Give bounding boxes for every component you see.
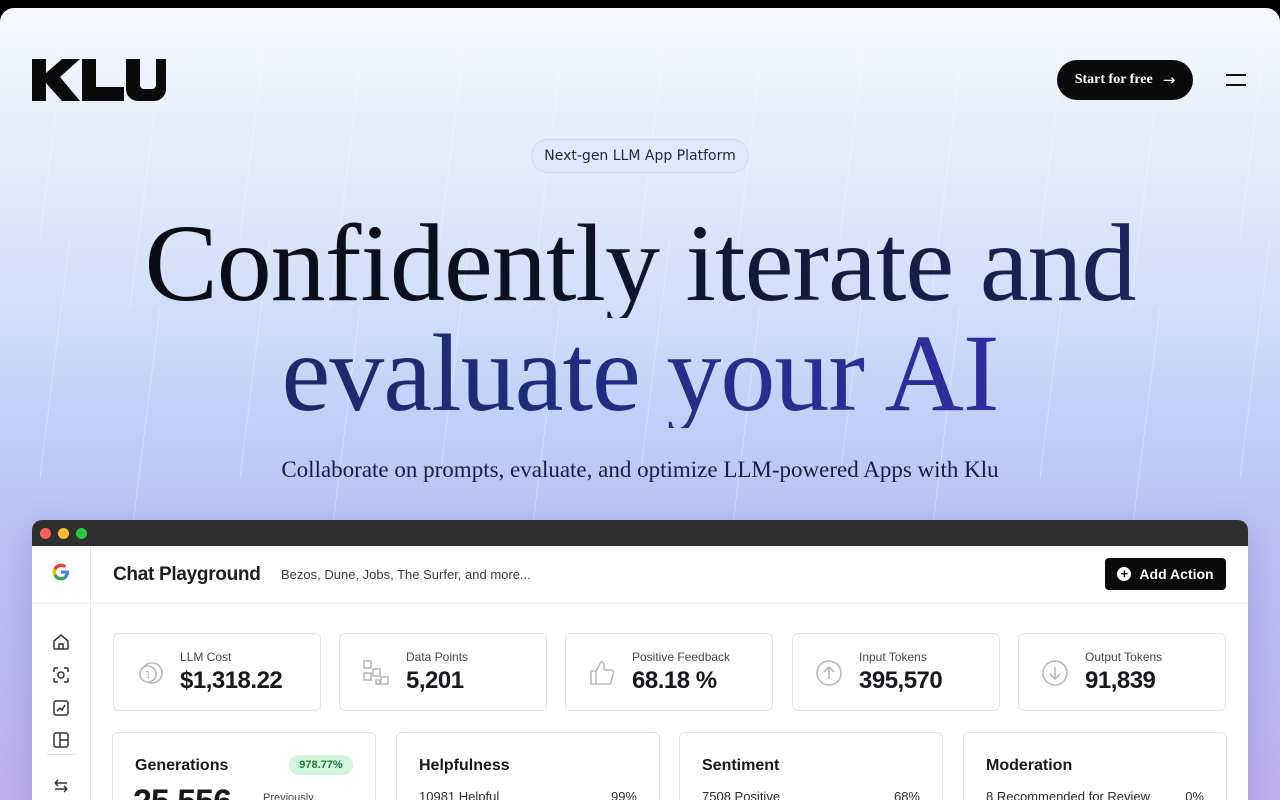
add-action-label: Add Action: [1139, 566, 1214, 582]
card-title: Sentiment: [702, 757, 780, 774]
app-preview-window: Chat Playground Bezos, Dune, Jobs, The S…: [32, 520, 1248, 800]
hamburger-menu-icon[interactable]: [1222, 68, 1250, 92]
minimize-dot-icon: [58, 528, 69, 539]
blocks-icon: [363, 660, 389, 685]
card-row-label: 8 Recommended for Review: [986, 789, 1151, 800]
card-moderation: Moderation 8 Recommended for Review 0%: [963, 732, 1227, 800]
coin-icon: 1: [139, 662, 163, 684]
stat-label: Positive Feedback: [632, 650, 731, 664]
stat-value: $1,318.22: [180, 667, 283, 694]
stat-value: 395,570: [859, 667, 943, 694]
stat-label: Input Tokens: [859, 650, 927, 664]
add-action-button[interactable]: + Add Action: [1105, 558, 1226, 590]
headline-line-1: Confidently iterate and: [0, 208, 1280, 318]
stat-label: Output Tokens: [1085, 650, 1163, 664]
home-icon[interactable]: [51, 632, 71, 652]
headline-line-2: evaluate your AI: [0, 318, 1280, 428]
arrow-right-icon: →: [1162, 71, 1176, 89]
sidebar-divider: [32, 603, 90, 604]
card-title: Moderation: [986, 757, 1073, 774]
hero-badge: Next-gen LLM App Platform: [531, 139, 749, 173]
page-subtitle: Bezos, Dune, Jobs, The Surfer, and more.…: [281, 567, 531, 582]
chart-icon[interactable]: [51, 698, 71, 718]
card-row-label: 7508 Positive: [702, 789, 781, 800]
stat-value: 5,201: [406, 667, 464, 694]
close-dot-icon: [40, 528, 51, 539]
page-title: Chat Playground: [113, 564, 261, 585]
sidebar-divider: [46, 754, 76, 755]
svg-text:1: 1: [145, 670, 151, 681]
arrow-up-circle-icon: [816, 660, 842, 686]
cta-label: Start for free: [1074, 72, 1153, 87]
plus-circle-icon: +: [1117, 567, 1132, 581]
stat-label: Data Points: [406, 650, 469, 664]
stat-card-positive-feedback: Positive Feedback 68.18 %: [565, 633, 773, 711]
stat-card-llm-cost: 1 LLM Cost $1,318.22: [113, 633, 321, 711]
start-for-free-button[interactable]: Start for free →: [1057, 60, 1193, 100]
stat-value: 68.18 %: [632, 667, 717, 694]
growth-badge: 978.77%: [289, 755, 353, 775]
stat-card-data-points: Data Points 5,201: [339, 633, 547, 711]
layout-icon[interactable]: [51, 730, 71, 750]
arrow-down-circle-icon: [1042, 660, 1068, 686]
thumbs-up-icon: [590, 661, 615, 685]
card-title: Helpfulness: [419, 757, 510, 774]
stat-value: 91,839: [1085, 667, 1156, 694]
card-sentiment: Sentiment 7508 Positive 68%: [679, 732, 943, 800]
generations-value: 25,556: [133, 783, 232, 800]
landing-page: Start for free → Next-gen LLM App Platfo…: [0, 8, 1280, 800]
previously-label: Previously: [263, 792, 314, 800]
app-sidebar: [32, 546, 91, 800]
hero-subheadline: Collaborate on prompts, evaluate, and op…: [281, 457, 999, 482]
card-row-value: 99%: [610, 789, 637, 800]
klu-logo[interactable]: [32, 59, 166, 101]
scan-icon[interactable]: [51, 665, 71, 685]
card-helpfulness: Helpfulness 10981 Helpful 99%: [396, 732, 660, 800]
stat-card-output-tokens: Output Tokens 91,839: [1018, 633, 1226, 711]
maximize-dot-icon: [76, 528, 87, 539]
google-logo-icon: [52, 563, 69, 581]
swap-icon[interactable]: [51, 776, 71, 796]
stat-card-input-tokens: Input Tokens 395,570: [792, 633, 1000, 711]
app-topbar: Chat Playground Bezos, Dune, Jobs, The S…: [90, 546, 1248, 604]
card-row-value: 0%: [1185, 789, 1204, 800]
card-generations: Generations 978.77% 25,556 Previously: [112, 732, 376, 800]
stat-label: LLM Cost: [180, 650, 232, 664]
card-row-label: 10981 Helpful: [419, 789, 500, 800]
hero-headline: Confidently iterate and evaluate your AI: [0, 208, 1280, 428]
card-title: Generations: [135, 757, 229, 774]
card-row-value: 68%: [893, 789, 920, 800]
window-titlebar: [32, 520, 1248, 546]
